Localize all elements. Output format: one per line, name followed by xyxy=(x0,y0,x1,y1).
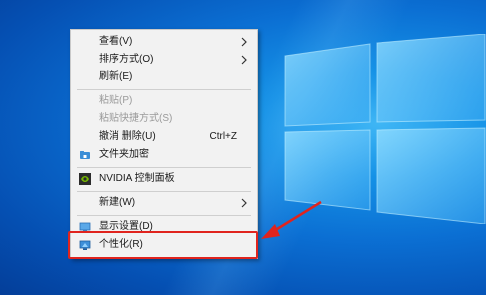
menu-separator xyxy=(77,167,251,168)
menu-item-folder-encrypt-label: 文件夹加密 xyxy=(99,149,149,160)
menu-item-view-label: 查看(V) xyxy=(99,36,133,47)
desktop-context-menu: 查看(V) 排序方式(O) 刷新(E) 粘贴(P) 粘贴快捷方式(S) 撤消 删… xyxy=(70,29,258,259)
nvidia-icon xyxy=(79,173,91,185)
menu-item-new[interactable]: 新建(W) xyxy=(71,194,257,212)
menu-item-paste-label: 粘贴(P) xyxy=(99,95,133,106)
folder-lock-icon xyxy=(80,151,90,159)
annotation-arrow-icon xyxy=(261,200,322,239)
menu-separator xyxy=(77,191,251,192)
highlight-box xyxy=(68,231,258,259)
menu-item-paste[interactable]: 粘贴(P) xyxy=(71,92,257,110)
menu-item-undo-delete[interactable]: 撤消 删除(U) Ctrl+Z xyxy=(71,128,257,146)
menu-item-sort-label: 排序方式(O) xyxy=(99,54,154,65)
menu-item-nvidia-label: NVIDIA 控制面板 xyxy=(99,173,175,184)
menu-item-undo-delete-label: 撤消 删除(U) xyxy=(99,131,156,142)
menu-item-nvidia[interactable]: NVIDIA 控制面板 xyxy=(71,170,257,188)
chevron-right-icon xyxy=(241,37,247,47)
chevron-right-icon xyxy=(241,198,247,208)
menu-separator xyxy=(77,215,251,216)
chevron-right-icon xyxy=(241,55,247,65)
menu-item-paste-shortcut-label: 粘贴快捷方式(S) xyxy=(99,113,173,124)
menu-item-refresh-label: 刷新(E) xyxy=(99,71,133,82)
menu-separator xyxy=(77,89,251,90)
menu-item-refresh[interactable]: 刷新(E) xyxy=(71,68,257,86)
menu-item-sort[interactable]: 排序方式(O) xyxy=(71,51,257,69)
menu-item-paste-shortcut[interactable]: 粘贴快捷方式(S) xyxy=(71,110,257,128)
menu-item-new-label: 新建(W) xyxy=(99,197,136,208)
windows-logo-icon xyxy=(284,34,486,224)
menu-item-folder-encrypt[interactable]: 文件夹加密 xyxy=(71,146,257,164)
menu-item-view[interactable]: 查看(V) xyxy=(71,33,257,51)
menu-item-undo-delete-shortcut: Ctrl+Z xyxy=(209,131,238,142)
